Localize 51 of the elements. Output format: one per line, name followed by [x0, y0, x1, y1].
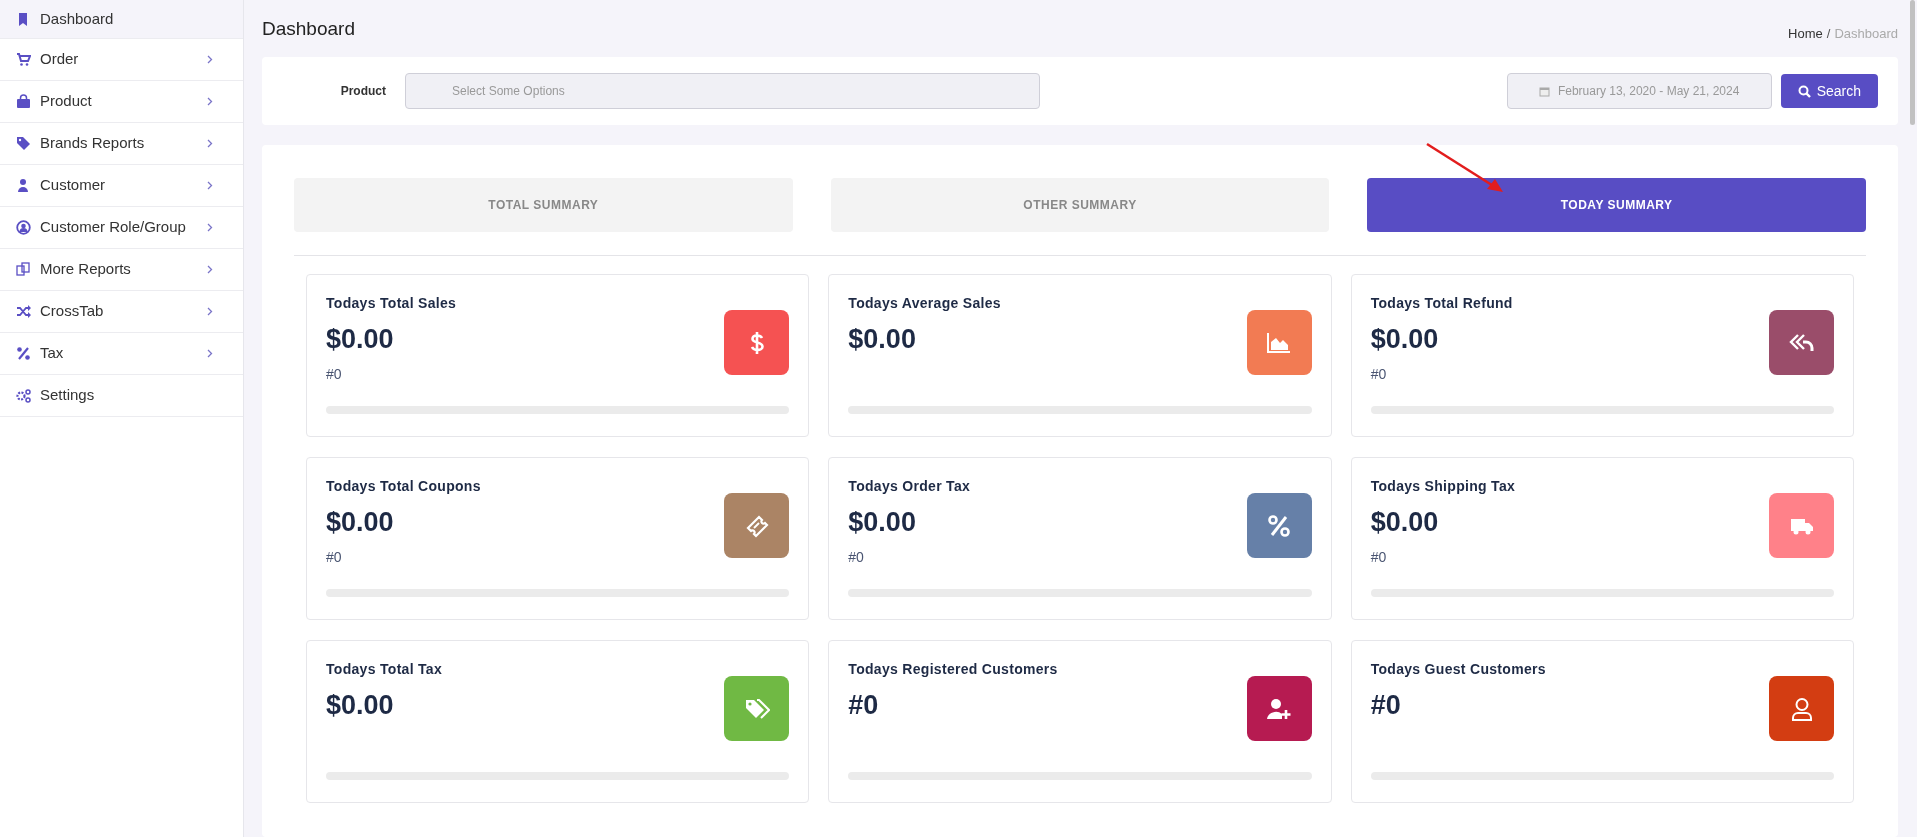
card-title: Todays Total Refund: [1370, 294, 1513, 313]
summary-tab[interactable]: TODAY SUMMARY: [1367, 178, 1866, 232]
calendar-icon: [1538, 85, 1550, 97]
card-count: #0: [326, 548, 342, 567]
card-value: $0.00: [848, 506, 916, 538]
card-count: #0: [326, 365, 342, 384]
percent-icon: [1266, 512, 1293, 539]
card-title: Todays Total Coupons: [326, 477, 481, 496]
card-value: $0.00: [1370, 323, 1439, 355]
card-title: Todays Order Tax: [848, 477, 971, 496]
card-title: Todays Total Tax: [326, 660, 443, 679]
cart-icon: [16, 52, 31, 67]
card-value: $0.00: [326, 506, 394, 538]
chevron-right-icon: [207, 181, 213, 190]
breadcrumb-current: Dashboard: [1834, 25, 1898, 43]
copy-icon: [16, 262, 31, 277]
search-button[interactable]: Search: [1780, 74, 1878, 108]
chevron-right-icon: [207, 223, 213, 232]
percent-icon: [16, 346, 31, 361]
card-title: Todays Shipping Tax: [1370, 477, 1516, 496]
breadcrumb-link[interactable]: Home: [1788, 24, 1823, 44]
field-label: Product: [339, 83, 386, 100]
card-title: Todays Guest Customers: [1370, 660, 1546, 679]
sidebar-item[interactable]: Dashboard: [0, 0, 243, 39]
card-title: Todays Average Sales: [848, 294, 1001, 313]
bag-icon: [16, 94, 31, 109]
scrollbar[interactable]: [1910, 0, 1915, 125]
user-circle-icon: [16, 220, 31, 235]
shuffle-icon: [16, 304, 31, 319]
card-value: #0: [848, 689, 879, 721]
card-value: $0.00: [326, 323, 394, 355]
chevron-right-icon: [207, 307, 213, 316]
chevron-right-icon: [207, 349, 213, 358]
card-title: Todays Total Sales: [326, 294, 457, 313]
tag-icon: [16, 136, 31, 151]
page-title: Dashboard: [262, 17, 355, 41]
card-count: #0: [1370, 365, 1387, 384]
card-value: $0.00: [1370, 506, 1439, 538]
search-icon: [1797, 84, 1811, 98]
breadcrumb-separator: /: [1826, 25, 1831, 43]
person-icon: [16, 178, 31, 193]
chevron-right-icon: [207, 139, 213, 148]
chevron-right-icon: [207, 265, 213, 274]
card-count: #0: [1370, 548, 1387, 567]
chevron-right-icon: [207, 55, 213, 64]
card-title: Todays Registered Customers: [848, 660, 1058, 679]
card-value: $0.00: [326, 689, 394, 721]
chevron-right-icon: [207, 97, 213, 106]
card-value: $0.00: [848, 323, 916, 355]
card-value: #0: [1370, 689, 1401, 721]
card-count: #0: [848, 548, 864, 567]
